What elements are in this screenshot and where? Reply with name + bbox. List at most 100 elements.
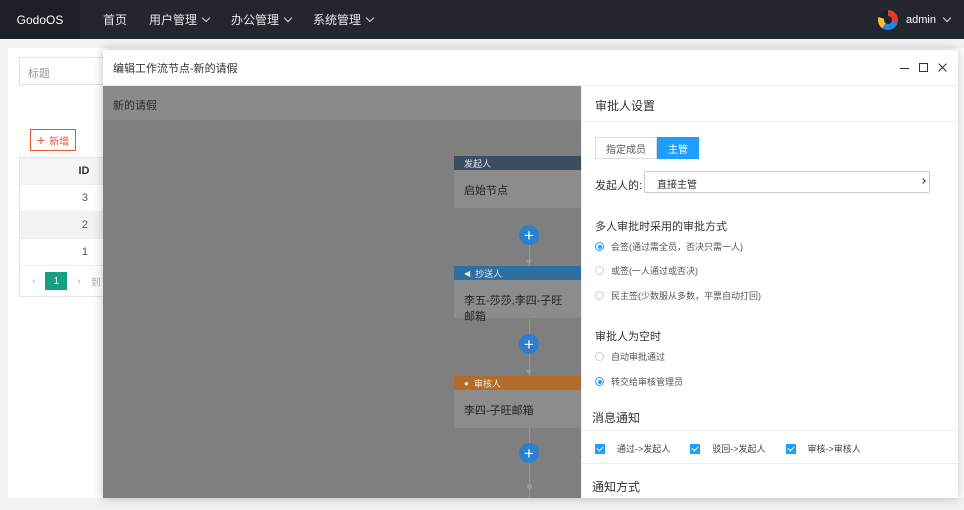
nav-item-user-management[interactable]: 用户管理 [138, 0, 220, 39]
tab-specified-members[interactable]: 指定成员 [595, 137, 657, 159]
main-nav: 首页 用户管理 办公管理 系统管理 [92, 0, 384, 39]
modal-title: 编辑工作流节点-新的请假 [113, 62, 238, 75]
nav-item-label: 用户管理 [149, 13, 198, 27]
table-row[interactable]: 1 [20, 239, 108, 266]
table-row[interactable]: 3 [20, 185, 108, 212]
nav-item-label: 系统管理 [313, 13, 362, 27]
app-logo[interactable]: GodoOS [0, 0, 80, 39]
chevron-down-icon [201, 13, 211, 22]
radio-label: 转交给审核管理员 [611, 377, 684, 387]
radio-indicator [595, 291, 604, 300]
chevron-down-icon [942, 13, 952, 22]
checkbox-pass-initiator[interactable]: 通过->发起人 [595, 442, 670, 455]
avatar-icon [878, 9, 899, 30]
workflow-node-initiator[interactable]: 发起人 启始节点 [454, 156, 581, 208]
search-input[interactable]: 标题 [19, 57, 109, 85]
close-icon[interactable] [937, 62, 948, 73]
workflow-name: 新的请假 [103, 86, 581, 120]
checkbox-indicator [690, 443, 701, 454]
nav-item-system-management[interactable]: 系统管理 [302, 0, 384, 39]
node-type-label: 发起人 [464, 158, 492, 169]
supervisor-select-value: 直接主管 [657, 180, 697, 191]
workflow-node-cc[interactable]: ◀ 抄送人 李五-莎莎,李四-子旺邮箱 [454, 266, 581, 323]
user-menu[interactable]: admin [878, 0, 952, 39]
radio-label: 或签(一人通过或否决) [611, 266, 698, 276]
end-dot [527, 484, 532, 489]
table-cell-id: 2 [81, 219, 88, 231]
approver-type-tabs: 指定成员 主管 [595, 137, 699, 159]
initiator-label: 发起人的: [595, 180, 643, 192]
pagination: ‹ 1 › 到 [20, 266, 108, 296]
node-type-label: 审核人 [473, 378, 501, 389]
radio-or-sign[interactable]: 或签(一人通过或否决) [595, 264, 698, 277]
workflow-node-approver[interactable]: ● 审核人 李四-子旺邮箱 [454, 376, 581, 428]
column-header-id: ID [78, 165, 90, 177]
radio-countersign[interactable]: 会签(通过需全员，否决只需一人) [595, 240, 743, 253]
checkbox-indicator [785, 443, 796, 454]
nav-item-home[interactable]: 首页 [92, 0, 138, 39]
table-header: ID [20, 158, 108, 185]
node-content: 启始节点 [464, 185, 508, 197]
radio-indicator [595, 266, 604, 275]
nav-item-label: 办公管理 [231, 13, 280, 27]
node-type: ◀ 抄送人 [454, 266, 581, 280]
user-name: admin [906, 13, 936, 26]
table-cell-id: 1 [81, 246, 88, 258]
node-type: ● 审核人 [454, 376, 581, 390]
next-page-icon[interactable]: › [77, 276, 80, 287]
chevron-down-icon [920, 178, 926, 184]
node-type: 发起人 [454, 156, 581, 170]
add-node-button[interactable]: + [519, 334, 539, 354]
supervisor-select[interactable]: 直接主管 [644, 171, 930, 193]
divider [582, 430, 958, 431]
radio-label: 民主签(少数服从多数，平票自动打回) [611, 291, 761, 301]
arrow-down-icon [526, 370, 532, 375]
node-type-label: 抄送人 [475, 268, 503, 279]
radio-label: 会签(通过需全员，否决只需一人) [611, 242, 743, 252]
radio-auto-approve[interactable]: 自动审批通过 [595, 350, 665, 363]
add-node-button[interactable]: + [519, 443, 539, 463]
prev-page-icon[interactable]: ‹ [32, 276, 35, 287]
checkbox-review-reviewer[interactable]: 审核->审核人 [785, 442, 861, 455]
user-icon: ● [464, 378, 469, 388]
arrow-down-icon [526, 260, 532, 265]
maximize-icon[interactable] [919, 63, 928, 72]
page-button-current[interactable]: 1 [45, 272, 68, 290]
divider [582, 463, 958, 464]
radio-label: 自动审批通过 [611, 352, 666, 362]
node-content: 李五-莎莎,李四-子旺邮箱 [464, 295, 563, 323]
top-navbar: GodoOS 首页 用户管理 办公管理 系统管理 admin [0, 0, 964, 39]
window-controls [899, 62, 948, 73]
data-table: ID 3 2 1 ‹ 1 › 到 [19, 157, 109, 297]
nav-item-label: 首页 [103, 13, 128, 27]
radio-indicator [595, 242, 604, 251]
add-button-label: 新增 [49, 136, 70, 148]
chevron-down-icon [365, 13, 375, 22]
radio-transfer-admin[interactable]: 转交给审核管理员 [595, 375, 683, 388]
checkbox-label: 驳回->发起人 [712, 444, 766, 454]
plus-icon: + [36, 132, 46, 148]
send-icon: ◀ [464, 268, 471, 278]
edit-workflow-modal: 编辑工作流节点-新的请假 新的请假 发起人 启始节点 + ◀ 抄送人 李五-莎莎,… [103, 50, 958, 498]
checkbox-label: 通过->发起人 [617, 444, 671, 454]
checkbox-indicator [595, 443, 605, 454]
notify-title: 消息通知 [592, 411, 641, 425]
notify-method-title: 通知方式 [592, 480, 641, 494]
checkbox-reject-initiator[interactable]: 驳回->发起人 [690, 442, 766, 455]
notify-options: 通过->发起人 驳回->发起人 审核->审核人 [595, 442, 881, 455]
radio-indicator [595, 377, 604, 386]
add-button[interactable]: + 新增 [30, 129, 76, 151]
nav-item-office-management[interactable]: 办公管理 [220, 0, 302, 39]
add-node-button[interactable]: + [519, 225, 539, 245]
radio-majority-sign[interactable]: 民主签(少数服从多数，平票自动打回) [595, 289, 761, 302]
checkbox-label: 审核->审核人 [807, 444, 861, 454]
tab-supervisor[interactable]: 主管 [657, 137, 699, 159]
workflow-canvas: 新的请假 发起人 启始节点 + ◀ 抄送人 李五-莎莎,李四-子旺邮箱 + ● 审核… [103, 86, 581, 498]
radio-indicator [595, 352, 604, 361]
table-row[interactable]: 2 [20, 212, 108, 239]
chevron-down-icon [283, 13, 293, 22]
modal-header: 编辑工作流节点-新的请假 [103, 50, 958, 86]
panel-title: 审批人设置 [582, 86, 958, 122]
minimize-icon[interactable] [899, 62, 910, 73]
multi-approval-title: 多人审批时采用的审批方式 [595, 221, 727, 233]
